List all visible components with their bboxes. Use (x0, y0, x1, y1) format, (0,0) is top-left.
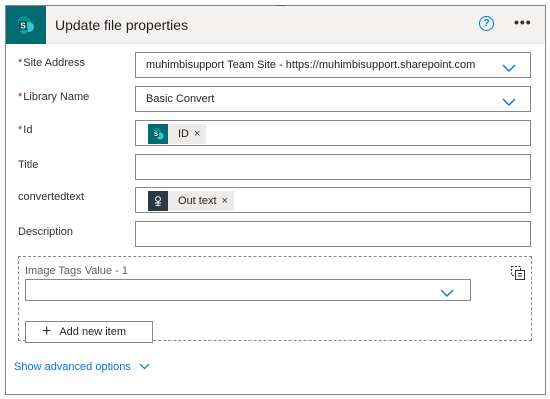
convertedtext-label: convertedtext (18, 191, 85, 203)
plus-icon: + (42, 323, 52, 340)
site-address-dropdown[interactable]: muhimbisupport Team Site - https://muhim… (135, 52, 531, 78)
id-token[interactable]: S ID × (148, 124, 207, 144)
image-tags-dropdown[interactable] (25, 279, 471, 301)
image-tags-array: Image Tags Value - 1 + Add new item (18, 256, 532, 343)
chevron-down-icon[interactable] (440, 285, 454, 303)
description-input[interactable] (135, 221, 531, 247)
remove-token-icon[interactable]: × (194, 128, 200, 140)
switch-input-mode-icon[interactable] (510, 265, 526, 286)
required-marker: * (18, 57, 23, 69)
site-address-label: *Site Address (18, 57, 85, 69)
show-advanced-options-link[interactable]: Show advanced options (14, 361, 150, 373)
show-advanced-options-label: Show advanced options (14, 361, 131, 373)
title-input[interactable] (135, 154, 531, 180)
required-marker: * (18, 91, 23, 103)
image-tags-label: Image Tags Value - 1 (25, 265, 128, 277)
required-marker: * (18, 124, 23, 136)
more-options-icon[interactable]: ••• (514, 14, 532, 30)
add-new-item-button[interactable]: + Add new item (25, 321, 153, 343)
action-header[interactable]: S Update file properties ? ••• (6, 6, 545, 44)
sharepoint-icon: S (148, 124, 168, 144)
id-field[interactable]: S ID × (135, 120, 531, 146)
svg-text:S: S (154, 132, 158, 138)
out-text-token-label: Out text (178, 195, 217, 207)
id-token-label: ID (178, 128, 189, 140)
action-card: S Update file properties ? ••• *Site Add… (5, 5, 546, 395)
site-address-label-text: Site Address (23, 57, 86, 69)
help-icon[interactable]: ? (479, 16, 494, 31)
library-name-value: Basic Convert (146, 93, 215, 105)
muhimbi-icon (148, 191, 168, 211)
id-label: *Id (18, 124, 32, 136)
action-title: Update file properties (55, 17, 189, 33)
out-text-token[interactable]: Out text × (148, 191, 234, 211)
add-new-item-label: Add new item (59, 326, 126, 338)
chevron-down-icon[interactable] (502, 94, 516, 112)
convertedtext-field[interactable]: Out text × (135, 187, 531, 213)
svg-text:S: S (20, 22, 26, 31)
title-label: Title (18, 159, 39, 171)
description-label: Description (18, 226, 74, 238)
site-address-value: muhimbisupport Team Site - https://muhim… (146, 59, 476, 71)
id-label-text: Id (23, 124, 33, 136)
chevron-down-icon[interactable] (502, 60, 516, 78)
remove-token-icon[interactable]: × (222, 195, 228, 207)
library-name-dropdown[interactable]: Basic Convert (135, 86, 531, 112)
library-name-label-text: Library Name (23, 91, 90, 103)
sharepoint-icon: S (6, 6, 46, 44)
library-name-label: *Library Name (18, 91, 89, 103)
chevron-down-icon (139, 361, 150, 373)
